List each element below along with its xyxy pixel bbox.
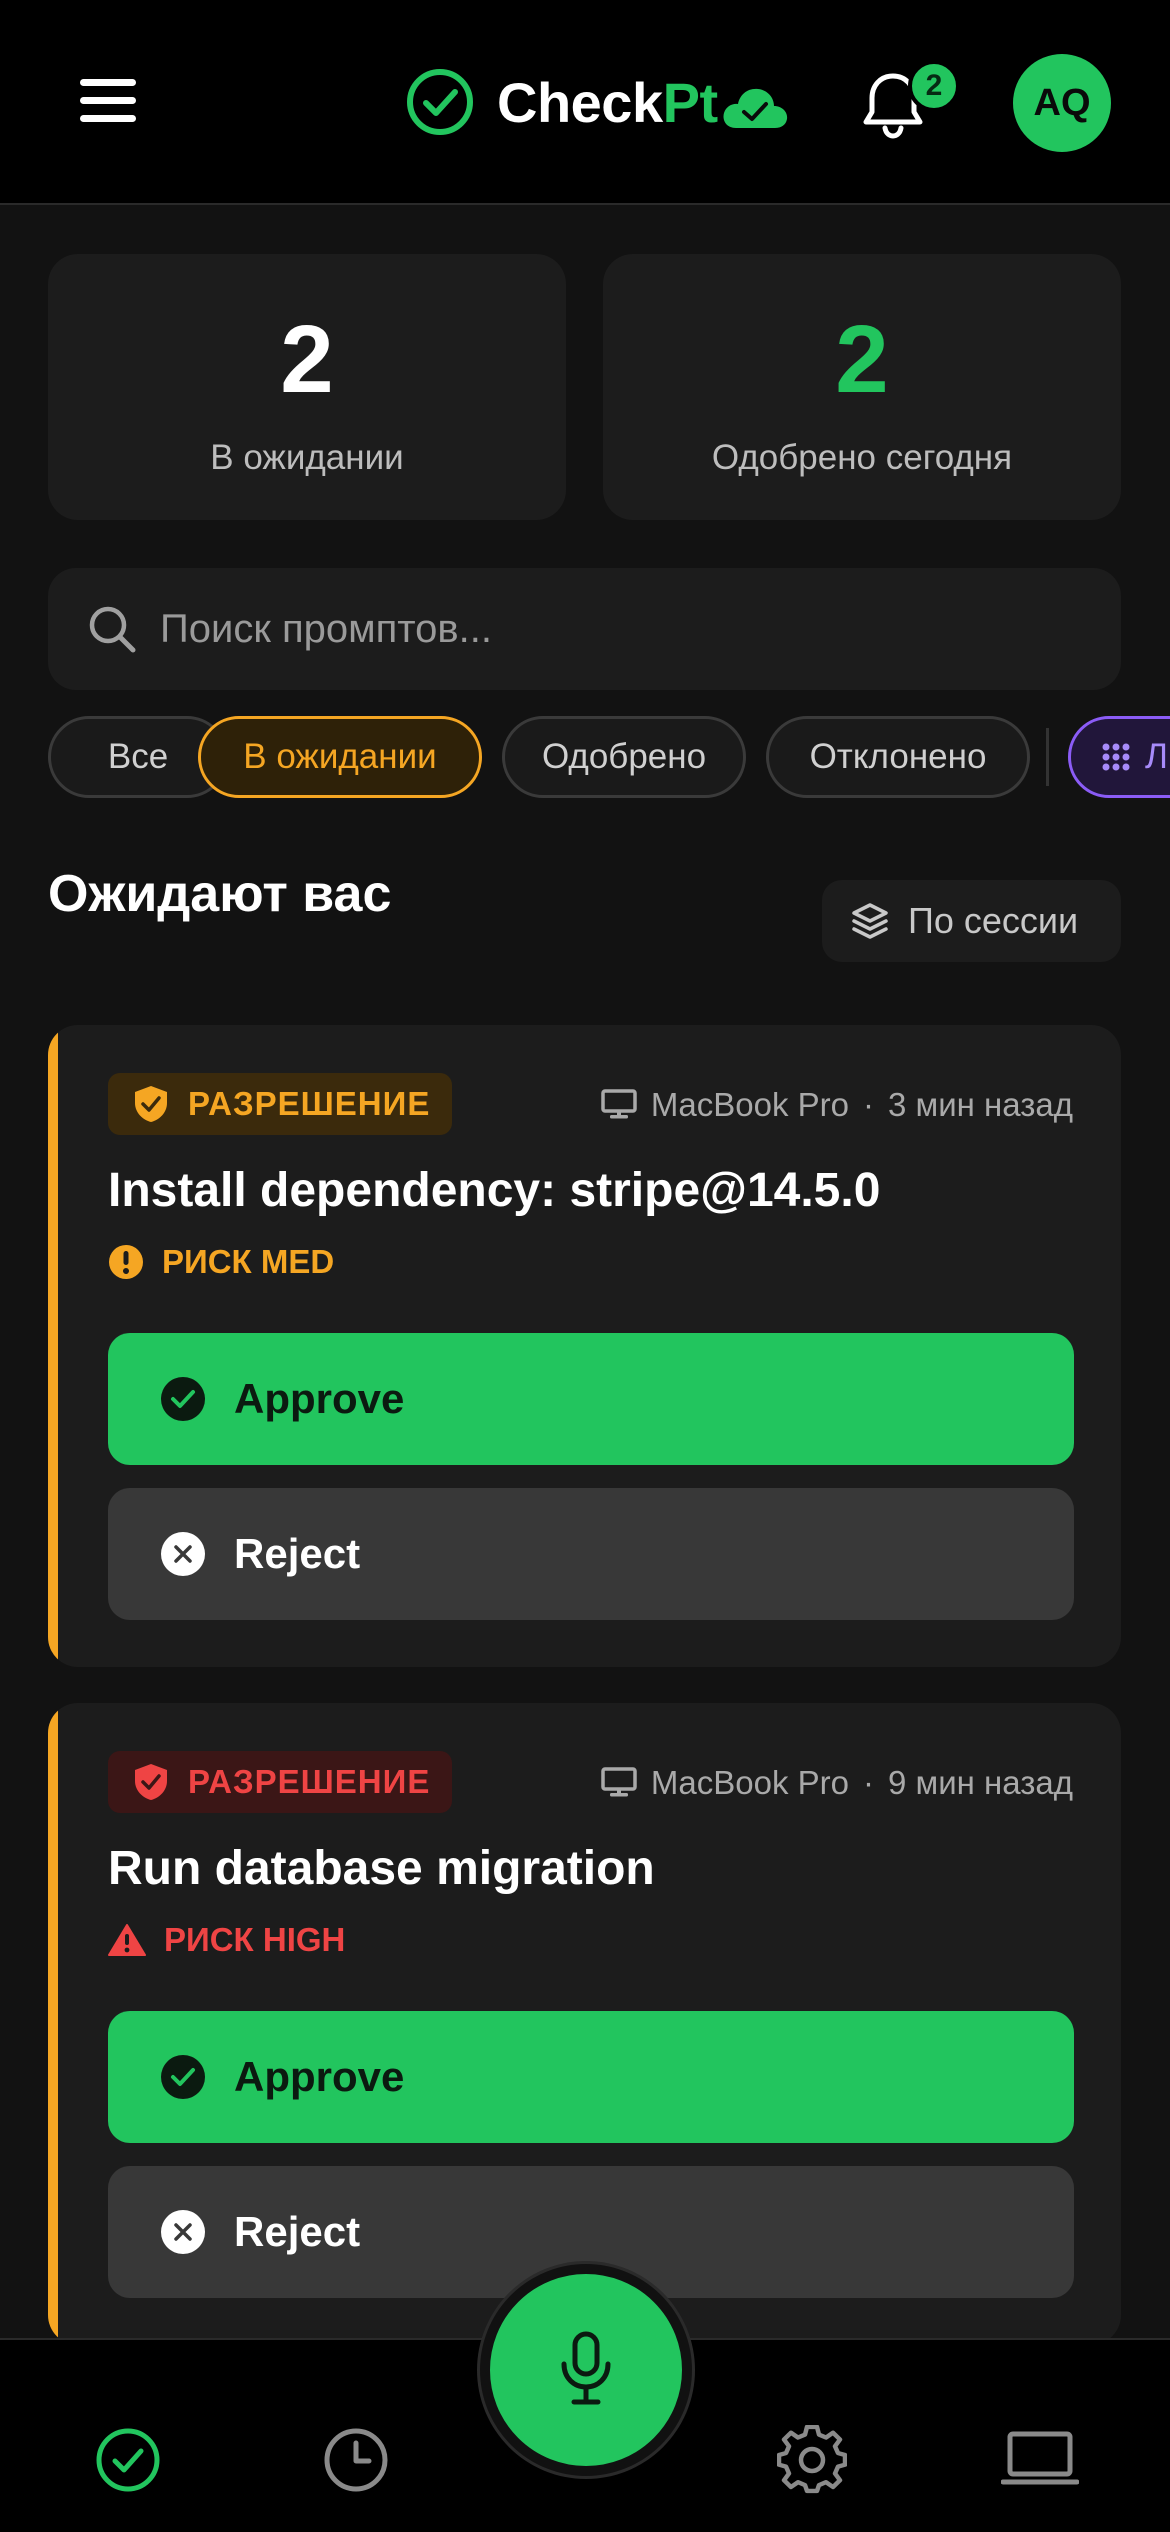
laptop-icon (1001, 2431, 1079, 2485)
filter-chip-extra[interactable]: Л (1068, 716, 1170, 798)
stat-label: Одобрено сегодня (711, 438, 1013, 477)
reject-button[interactable]: Reject (108, 1488, 1074, 1620)
filter-chip-pending[interactable]: В ожидании (198, 716, 482, 798)
stat-label: В ожидании (210, 438, 404, 477)
check-circle-icon (161, 2055, 205, 2099)
approve-button[interactable]: Approve (108, 1333, 1074, 1465)
reject-button-label: Reject (234, 1530, 361, 1577)
approve-button[interactable]: Approve (108, 2011, 1074, 2143)
x-circle-icon (161, 1532, 205, 1576)
device-name: MacBook Pro (650, 1764, 850, 1801)
app-logo: CheckPt (405, 62, 790, 142)
stat-card-approved-today: 2 Одобрено сегодня (603, 254, 1121, 520)
card-title: Run database migration (108, 1842, 655, 1895)
stat-card-pending: 2 В ожидании (48, 254, 566, 520)
avatar[interactable]: AQ (1013, 54, 1111, 152)
clock-icon (324, 2428, 388, 2492)
filter-chips: Все В ожидании Одобрено Отклонено Л (48, 716, 1170, 798)
menu-icon[interactable] (70, 65, 150, 135)
group-by-session-label: По сессии (908, 900, 1079, 941)
layers-icon (852, 903, 888, 939)
shield-check-icon (135, 1764, 167, 1800)
stat-value: 2 (280, 306, 334, 413)
risk-label: РИСК MED (162, 1243, 335, 1280)
monitor-icon (601, 1089, 637, 1119)
filter-divider (1046, 728, 1049, 786)
notifications-button[interactable]: 2 (860, 60, 960, 150)
check-circle-icon (96, 2428, 160, 2492)
section-title: Ожидают вас (48, 865, 392, 923)
search-input[interactable] (160, 606, 1091, 652)
card-meta: MacBook Pro · 3 мин назад (601, 1077, 1073, 1133)
logo-text: CheckPt (497, 70, 718, 135)
microphone-icon (561, 2331, 611, 2405)
card-meta: MacBook Pro · 9 мин назад (601, 1755, 1073, 1811)
risk-label: РИСК HIGH (164, 1921, 346, 1958)
voice-input-button[interactable] (480, 2264, 692, 2476)
risk-level: РИСК HIGH (108, 1921, 345, 1959)
permission-badge-label: РАЗРЕШЕНИЕ (188, 1085, 431, 1122)
device-name: MacBook Pro (650, 1086, 850, 1123)
app-root: CheckPt 2 AQ 2 В ожидании 2 Одобрено сег… (0, 0, 1170, 2532)
logo-text-pt: Pt (662, 70, 719, 134)
approval-card: РАЗРЕШЕНИЕ MacBook Pro · 3 мин назад Ins… (48, 1025, 1121, 1667)
reject-button-label: Reject (234, 2208, 361, 2255)
group-by-session-button[interactable]: По сессии (822, 880, 1121, 962)
nav-settings[interactable] (772, 2420, 852, 2500)
notification-count-badge: 2 (908, 60, 960, 112)
filter-chip-extra-label: Л (1145, 737, 1168, 776)
approve-button-label: Approve (234, 1375, 405, 1422)
checkmark-circle-icon (407, 69, 473, 135)
timestamp: 9 мин назад (888, 1764, 1073, 1801)
meta-separator: · (863, 1086, 875, 1123)
cloud-check-icon (723, 88, 787, 128)
permission-badge: РАЗРЕШЕНИЕ (108, 1751, 453, 1813)
filter-chip-rejected[interactable]: Отклонено (766, 716, 1030, 798)
stat-value: 2 (835, 306, 889, 413)
card-title: Install dependency: stripe@14.5.0 (108, 1164, 881, 1217)
gear-icon (777, 2425, 847, 2494)
top-header: CheckPt 2 AQ (0, 0, 1170, 205)
filter-chip-approved[interactable]: Одобрено (502, 716, 746, 798)
x-circle-icon (161, 2210, 205, 2254)
nav-approvals[interactable] (88, 2420, 168, 2500)
timestamp: 3 мин назад (888, 1086, 1073, 1123)
nav-devices[interactable] (1000, 2420, 1080, 2500)
meta-separator: · (863, 1764, 875, 1801)
shield-check-icon (135, 1086, 167, 1122)
logo-text-check: Check (497, 70, 663, 134)
monitor-icon (601, 1767, 637, 1797)
nav-history[interactable] (316, 2420, 396, 2500)
permission-badge: РАЗРЕШЕНИЕ (108, 1073, 453, 1135)
approval-card: РАЗРЕШЕНИЕ MacBook Pro · 9 мин назад Run… (48, 1703, 1121, 2345)
permission-badge-label: РАЗРЕШЕНИЕ (188, 1763, 431, 1800)
warning-circle-icon (109, 1245, 143, 1279)
risk-level: РИСК MED (108, 1243, 334, 1281)
check-circle-icon (161, 1377, 205, 1421)
grid-icon (1102, 743, 1130, 771)
approve-button-label: Approve (234, 2053, 405, 2100)
search-icon (89, 606, 136, 653)
search-bar (48, 568, 1121, 690)
warning-triangle-icon (108, 1924, 146, 1956)
